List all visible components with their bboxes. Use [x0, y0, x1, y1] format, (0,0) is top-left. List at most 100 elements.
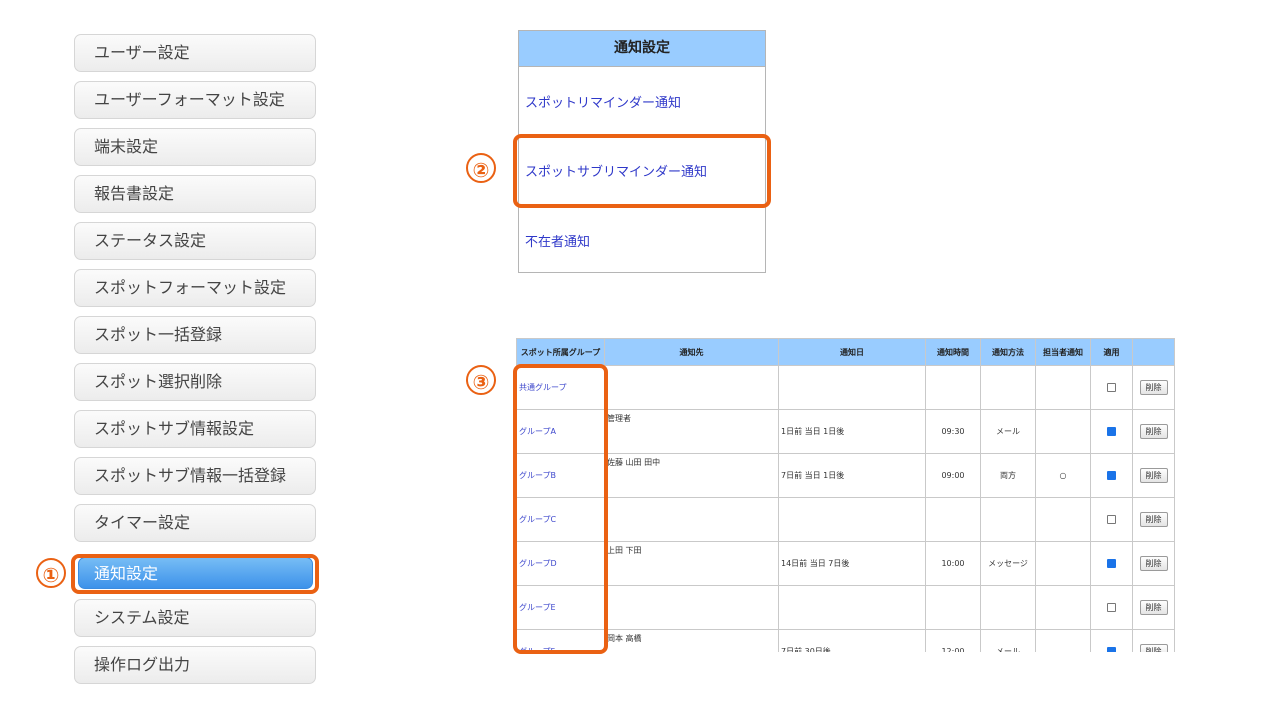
- menu-device-settings[interactable]: 端末設定: [74, 128, 316, 166]
- step-marker-2: ②: [466, 153, 496, 183]
- actions-cell: 削除: [1132, 585, 1175, 630]
- applied-checkbox[interactable]: [1107, 383, 1116, 392]
- actions-cell: 削除: [1132, 629, 1175, 652]
- delete-button[interactable]: 削除: [1139, 424, 1168, 439]
- person-notify-cell: ○: [1035, 453, 1091, 498]
- header-method: 通知方法: [980, 338, 1036, 366]
- table-row: グループF 岡本 高橋 7日前 30日後 12:00 メール 削除: [516, 629, 1175, 652]
- table-row: グループA 管理者 1日前 当日 1日後 09:30 メール 削除: [516, 409, 1175, 454]
- actions-cell: 削除: [1132, 497, 1175, 542]
- applied-cell: [1090, 453, 1133, 498]
- notification-panel-title: 通知設定: [519, 31, 765, 67]
- menu-spot-select-delete[interactable]: スポット選択削除: [74, 363, 316, 401]
- applied-cell: [1090, 629, 1133, 652]
- menu-system-settings[interactable]: システム設定: [74, 599, 316, 637]
- table-row: 共通グループ 削除: [516, 365, 1175, 410]
- actions-cell: 削除: [1132, 541, 1175, 586]
- recipients-cell: [604, 365, 779, 410]
- person-notify-cell: [1035, 365, 1091, 410]
- applied-cell: [1090, 585, 1133, 630]
- days-cell: 7日前 当日 1日後: [778, 453, 926, 498]
- applied-checkbox[interactable]: [1107, 559, 1116, 568]
- menu-operation-log-export[interactable]: 操作ログ出力: [74, 646, 316, 684]
- time-cell: 09:30: [925, 409, 981, 454]
- recipients-cell: [604, 497, 779, 542]
- days-cell: 14日前 当日 7日後: [778, 541, 926, 586]
- days-cell: [778, 365, 926, 410]
- header-time: 通知時間: [925, 338, 981, 366]
- link-absentee-notification[interactable]: 不在者通知: [525, 231, 590, 250]
- method-cell: [980, 497, 1036, 542]
- person-notify-cell: [1035, 629, 1091, 652]
- link-spot-reminder[interactable]: スポットリマインダー通知: [525, 92, 681, 111]
- applied-checkbox[interactable]: [1107, 603, 1116, 612]
- delete-button[interactable]: 削除: [1139, 380, 1168, 395]
- step-marker-1: ①: [36, 558, 66, 588]
- delete-button[interactable]: 削除: [1139, 600, 1168, 615]
- table-row: グループE 削除: [516, 585, 1175, 630]
- applied-cell: [1090, 409, 1133, 454]
- applied-cell: [1090, 497, 1133, 542]
- menu-status-settings[interactable]: ステータス設定: [74, 222, 316, 260]
- time-cell: 10:00: [925, 541, 981, 586]
- applied-checkbox[interactable]: [1107, 515, 1116, 524]
- menu-spot-bulk-register[interactable]: スポット一括登録: [74, 316, 316, 354]
- time-cell: [925, 497, 981, 542]
- header-days: 通知日: [778, 338, 926, 366]
- person-notify-cell: [1035, 409, 1091, 454]
- delete-button[interactable]: 削除: [1139, 644, 1168, 652]
- days-cell: [778, 585, 926, 630]
- menu-report-settings[interactable]: 報告書設定: [74, 175, 316, 213]
- header-applied: 適用: [1090, 338, 1133, 366]
- table-header-row: スポット所属グループ 通知先 通知日 通知時間 通知方法 担当者通知 適用: [516, 338, 1175, 366]
- time-cell: 12:00: [925, 629, 981, 652]
- applied-checkbox[interactable]: [1107, 471, 1116, 480]
- table-row: グループD 上田 下田 14日前 当日 7日後 10:00 メッセージ 削除: [516, 541, 1175, 586]
- recipients-cell: [604, 585, 779, 630]
- header-recipients: 通知先: [604, 338, 779, 366]
- applied-checkbox[interactable]: [1107, 427, 1116, 436]
- actions-cell: 削除: [1132, 409, 1175, 454]
- header-person-notify: 担当者通知: [1035, 338, 1091, 366]
- delete-button[interactable]: 削除: [1139, 512, 1168, 527]
- method-cell: メッセージ: [980, 541, 1036, 586]
- actions-cell: 削除: [1132, 453, 1175, 498]
- applied-cell: [1090, 541, 1133, 586]
- highlight-box-1: [71, 554, 319, 594]
- header-group: スポット所属グループ: [516, 338, 605, 366]
- method-cell: [980, 365, 1036, 410]
- days-cell: 1日前 当日 1日後: [778, 409, 926, 454]
- menu-user-settings[interactable]: ユーザー設定: [74, 34, 316, 72]
- menu-spot-format-settings[interactable]: スポットフォーマット設定: [74, 269, 316, 307]
- menu-spot-sub-info-bulk-register[interactable]: スポットサブ情報一括登録: [74, 457, 316, 495]
- applied-checkbox[interactable]: [1107, 647, 1116, 652]
- delete-button[interactable]: 削除: [1139, 556, 1168, 571]
- applied-cell: [1090, 365, 1133, 410]
- table-row: グループC 削除: [516, 497, 1175, 542]
- header-actions: [1132, 338, 1175, 366]
- method-cell: 両方: [980, 453, 1036, 498]
- notification-table-container: スポット所属グループ 通知先 通知日 通知時間 通知方法 担当者通知 適用 共通…: [516, 338, 1175, 652]
- method-cell: [980, 585, 1036, 630]
- menu-timer-settings[interactable]: タイマー設定: [74, 504, 316, 542]
- highlight-box-3: [513, 364, 608, 654]
- person-notify-cell: [1035, 497, 1091, 542]
- highlight-box-2: [513, 134, 771, 208]
- method-cell: メール: [980, 629, 1036, 652]
- time-cell: [925, 585, 981, 630]
- method-cell: メール: [980, 409, 1036, 454]
- person-notify-cell: [1035, 541, 1091, 586]
- menu-user-format-settings[interactable]: ユーザーフォーマット設定: [74, 81, 316, 119]
- recipients-cell: 岡本 高橋: [604, 629, 779, 652]
- table-row: グループB 佐藤 山田 田中 7日前 当日 1日後 09:00 両方 ○ 削除: [516, 453, 1175, 498]
- menu-spot-sub-info-settings[interactable]: スポットサブ情報設定: [74, 410, 316, 448]
- delete-button[interactable]: 削除: [1139, 468, 1168, 483]
- actions-cell: 削除: [1132, 365, 1175, 410]
- step-marker-3: ③: [466, 365, 496, 395]
- recipients-cell: 管理者: [604, 409, 779, 454]
- recipients-cell: 上田 下田: [604, 541, 779, 586]
- notification-table: スポット所属グループ 通知先 通知日 通知時間 通知方法 担当者通知 適用 共通…: [516, 338, 1175, 652]
- days-cell: [778, 497, 926, 542]
- days-cell: 7日前 30日後: [778, 629, 926, 652]
- person-notify-cell: [1035, 585, 1091, 630]
